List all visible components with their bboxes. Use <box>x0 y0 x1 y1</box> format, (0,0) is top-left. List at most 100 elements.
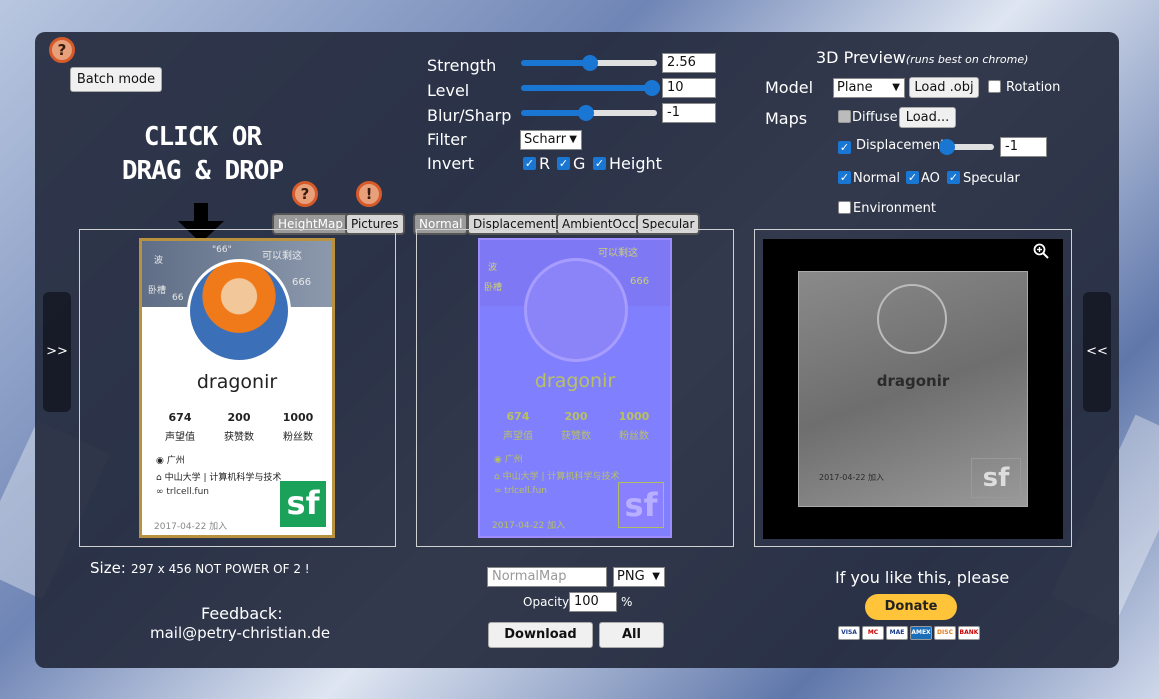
stat-value: 200 <box>564 410 588 423</box>
stat-label: 粉丝数 <box>619 431 649 442</box>
filter-value: Scharr <box>524 132 567 147</box>
opacity-label: Opacity <box>523 595 570 609</box>
download-button[interactable]: Download <box>488 622 593 648</box>
stat-value: 200 <box>227 411 251 424</box>
normalmap-image: 波 可以剩这 666 卧槽 dragonir 674 声望值 200 获赞数 100… <box>478 238 672 538</box>
invert-r-checkbox[interactable]: ✓ <box>523 157 536 170</box>
strength-input[interactable]: 2.56 <box>662 53 716 73</box>
card-name: dragonir <box>534 370 616 392</box>
banner-text: 666 <box>292 277 312 288</box>
stat-fans: 1000 粉丝数 <box>268 411 328 443</box>
maps-label: Maps <box>765 109 808 128</box>
school-text: 中山大学 | 计算机科学与技术 <box>502 472 620 482</box>
drop-hint: CLICK OR DRAG & DROP <box>120 120 285 188</box>
stat-reputation: 674 声望值 <box>488 410 548 442</box>
preview3d-plane: dragonir 2017-04-22 加入 sf <box>798 271 1028 507</box>
displacement-checkbox[interactable]: ✓ <box>838 141 851 154</box>
stat-likes: 200 获赞数 <box>209 411 269 443</box>
blur-sharp-slider[interactable] <box>521 103 657 123</box>
sf-logo: sf <box>618 482 664 528</box>
stat-label: 获赞数 <box>561 431 591 442</box>
donate-text: If you like this, please <box>835 568 1010 587</box>
preview3d-note: (runs best on chrome) <box>905 53 1029 66</box>
feedback-email[interactable]: mail@petry-christian.de <box>150 624 330 642</box>
invert-height-label: Height <box>609 154 662 173</box>
environment-checkbox[interactable] <box>838 201 851 214</box>
invert-g-checkbox[interactable]: ✓ <box>557 157 570 170</box>
location-text: 广州 <box>166 456 185 466</box>
zoom-in-icon[interactable] <box>1033 243 1049 259</box>
stat-value: 674 <box>506 410 530 423</box>
specular-checkbox[interactable]: ✓ <box>947 171 960 184</box>
opacity-unit: % <box>621 595 633 609</box>
banner-text: 波 <box>488 263 498 273</box>
level-label: Level <box>427 81 470 100</box>
amex-card-icon: AMEX <box>910 626 932 640</box>
model-select[interactable]: Plane ▼ <box>833 78 905 98</box>
level-input[interactable]: 10 <box>662 78 716 98</box>
school-line: ⌂ 中山大学 | 计算机科学与技术 <box>494 472 620 482</box>
filter-select[interactable]: Scharr ▼ <box>520 130 582 150</box>
filename-input[interactable]: NormalMap <box>487 567 607 587</box>
heightmap-help-icon[interactable]: ? <box>292 181 318 207</box>
level-slider[interactable] <box>521 78 660 98</box>
rotation-label: Rotation <box>1006 80 1061 95</box>
normal-checkbox[interactable]: ✓ <box>838 171 851 184</box>
preview3d-canvas[interactable]: dragonir 2017-04-22 加入 sf <box>763 239 1063 539</box>
blur-sharp-label: Blur/Sharp <box>427 106 512 125</box>
format-select[interactable]: PNG ▼ <box>613 567 665 587</box>
site-text: trlcell.fun <box>166 487 210 497</box>
feedback-label: Feedback: <box>201 604 283 623</box>
site-text: trlcell.fun <box>504 486 548 496</box>
card-name: dragonir <box>196 371 278 393</box>
stat-reputation: 674 声望值 <box>150 411 210 443</box>
displacement-label: Displacement <box>856 138 946 153</box>
strength-slider[interactable] <box>521 53 657 73</box>
drop-hint-line2: DRAG & DROP <box>121 156 284 186</box>
expand-left-button[interactable]: >> <box>43 292 71 412</box>
blur-sharp-input[interactable]: -1 <box>662 103 716 123</box>
banner-text: 波 <box>154 256 164 266</box>
school-text: 中山大学 | 计算机科学与技术 <box>164 473 282 483</box>
normal-label: Normal <box>853 171 901 186</box>
donate-button[interactable]: Donate <box>865 594 957 620</box>
opacity-input[interactable]: 100 <box>569 592 617 612</box>
stat-label: 声望值 <box>165 432 195 443</box>
load-obj-button[interactable]: Load .obj <box>909 77 979 98</box>
site-line: ∞ trlcell.fun <box>494 486 548 496</box>
mastercard-icon: MC <box>862 626 884 640</box>
banner-text: "66" <box>212 245 232 255</box>
maestro-card-icon: MAE <box>886 626 908 640</box>
diffuse-label: Diffuse <box>852 110 898 125</box>
rotation-checkbox[interactable] <box>988 80 1001 93</box>
bank-card-icon: BANK <box>958 626 980 640</box>
load-diffuse-button[interactable]: Load... <box>899 107 956 128</box>
ao-checkbox[interactable]: ✓ <box>906 171 919 184</box>
invert-height-checkbox[interactable]: ✓ <box>593 157 606 170</box>
help-icon[interactable]: ? <box>49 37 75 63</box>
stat-likes: 200 获赞数 <box>546 410 606 442</box>
invert-r-label: R <box>539 154 551 173</box>
environment-label: Environment <box>853 201 937 216</box>
invert-label: Invert <box>427 154 475 173</box>
displacement-input[interactable]: -1 <box>1000 137 1047 157</box>
chevron-down-icon: ▼ <box>569 134 577 145</box>
diffuse-checkbox[interactable] <box>838 110 851 123</box>
card-name: dragonir <box>876 372 950 390</box>
download-all-button[interactable]: All <box>599 622 664 648</box>
specular-label: Specular <box>963 171 1020 186</box>
strength-label: Strength <box>427 56 497 75</box>
stat-value: 1000 <box>618 410 650 423</box>
sf-logo: sf <box>971 458 1021 498</box>
avatar <box>524 258 628 362</box>
pictures-warning-icon[interactable]: ! <box>356 181 382 207</box>
join-date: 2017-04-22 加入 <box>819 473 885 482</box>
size-value: 297 x 456 NOT POWER OF 2 ! <box>130 562 310 576</box>
preview3d-title: 3D Preview <box>816 48 906 67</box>
batch-mode-button[interactable]: Batch mode <box>70 67 162 92</box>
format-value: PNG <box>617 569 645 584</box>
expand-right-button[interactable]: << <box>1083 292 1111 412</box>
preview3d-header: 3D Preview(runs best on chrome) <box>816 48 1028 67</box>
banner-text: 可以剩这 <box>598 248 638 259</box>
displacement-slider[interactable] <box>938 137 994 157</box>
